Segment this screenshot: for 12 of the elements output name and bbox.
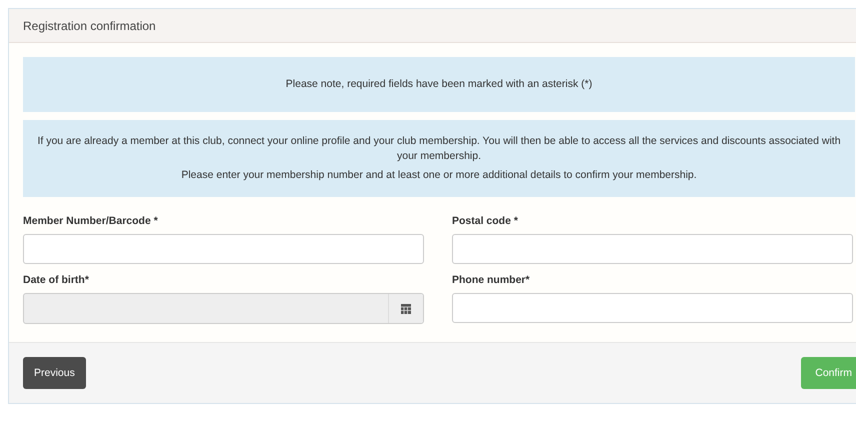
- field-label: Postal code *: [452, 215, 519, 227]
- field-label: Date of birth*: [23, 274, 90, 286]
- notice-text: Please note, required fields have been marked with an asterisk (*): [284, 77, 594, 92]
- input-field[interactable]: [23, 234, 424, 264]
- notice-text: If you are already a member at this club, connect your online profile and your club membership. You will then be able to access all the services and discounts associated with your membership.: [37, 134, 841, 164]
- notice-text: Please enter your membership number and at least one or more additional details to confirm your membership.: [180, 168, 698, 183]
- field-label: Member Number/Barcode *: [23, 215, 159, 227]
- previous-button[interactable]: Previous: [23, 357, 86, 389]
- input-field[interactable]: [452, 293, 853, 323]
- input-field[interactable]: [452, 234, 853, 264]
- panel-title: Registration confirmation: [23, 18, 156, 32]
- field-label: Phone number*: [452, 274, 531, 286]
